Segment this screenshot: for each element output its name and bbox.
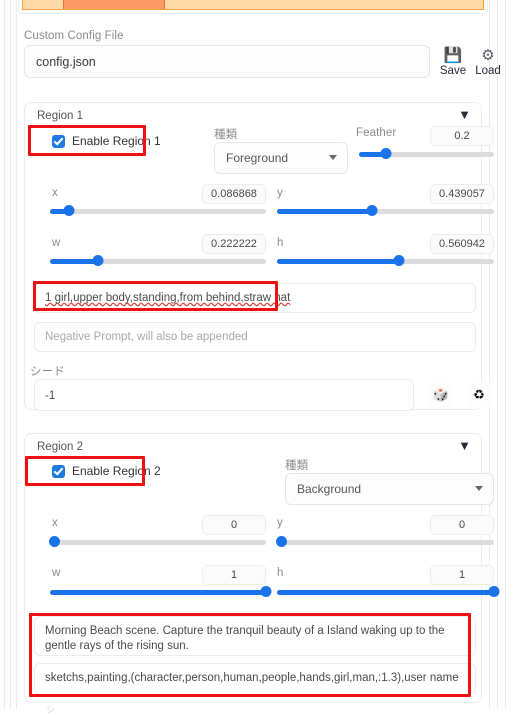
region-1-x-slider[interactable] [50,205,266,217]
region-1-y-slider[interactable] [277,205,494,217]
chevron-down-icon [329,155,337,160]
region-1-y-label: y [277,187,283,199]
region-2-y-value[interactable]: 0 [430,515,494,535]
floppy-disk-icon: 💾 [443,47,463,64]
config-file-label: Custom Config File [24,30,124,42]
region-2-collapse-caret[interactable]: ▼ [458,438,471,453]
config-file-input[interactable] [24,45,430,78]
region-1-type-label: 種類 [214,129,238,141]
slider-fill [277,259,399,264]
slider-knob[interactable] [366,205,378,216]
region-2-h-slider[interactable] [277,586,500,598]
region-2-w-value[interactable]: 1 [202,565,266,585]
frame-rule-left-3 [16,0,17,709]
slider-track [277,540,494,545]
progress-segment-left [23,0,63,9]
region-1-type-value: Foreground [226,151,289,165]
region-2-x-slider[interactable] [49,536,266,548]
slider-knob[interactable] [49,536,60,547]
region-1-prompt-input[interactable]: 1 girl,upper body,standing,from behind,s… [34,283,476,313]
region-1-h-slider[interactable] [277,255,494,267]
region-1-seed-label: シード [30,366,65,378]
frame-rule-right-2 [497,0,498,709]
save-button[interactable]: 💾 Save [438,47,468,78]
frame-rule-right-1 [489,0,490,709]
region-1-negative-prompt-input[interactable]: Negative Prompt, will also be appended [34,322,476,352]
region-2-type-label: 種類 [285,460,309,472]
region-2-prompt-input[interactable]: Morning Beach scene. Capture the tranqui… [34,616,476,656]
next-section-stub: シ [46,705,56,715]
region-1-x-label: x [52,187,58,199]
region-settings-panel: Custom Config File 💾 Save ⚙ Load Region … [18,0,501,715]
enable-region-2-checkbox[interactable]: Enable Region 2 [52,464,161,478]
region-2-header[interactable]: Region 2 ▼ [25,434,481,460]
slider-fill [50,259,98,264]
frame-rule-left-1 [4,0,5,709]
region-2-title: Region 2 [37,441,84,453]
feather-slider[interactable] [359,148,494,160]
load-button-label: Load [475,65,501,77]
feather-value[interactable]: 0.2 [430,126,494,146]
region-2-w-label: w [52,567,61,579]
region-1-seed-input[interactable]: -1 [34,379,414,411]
slider-fill [277,590,494,595]
checkbox-check-icon [52,134,65,148]
slider-fill [50,590,266,595]
region-1-collapse-caret[interactable]: ▼ [458,107,471,122]
slider-knob[interactable] [92,255,104,266]
dice-icon[interactable]: 🎲 [428,382,454,408]
slider-knob[interactable] [260,586,272,597]
slider-knob[interactable] [488,586,500,597]
region-1-w-slider[interactable] [50,255,266,267]
region-1-header[interactable]: Region 1 ▼ [25,103,481,129]
recycle-icon[interactable]: ♻ [466,382,492,408]
slider-knob[interactable] [63,205,75,216]
region-1-w-value[interactable]: 0.222222 [202,234,266,254]
enable-region-1-label: Enable Region 1 [72,134,161,148]
slider-track [50,209,266,214]
progress-segment-right [165,0,483,9]
region-2-w-slider[interactable] [50,586,272,598]
region-1-y-value[interactable]: 0.439057 [430,184,494,204]
region-2-type-dropdown[interactable]: Background [285,473,494,505]
region-2-y-label: y [277,517,283,529]
region-1-h-value[interactable]: 0.560942 [430,234,494,254]
region-2-negative-prompt-input[interactable]: sketchs,painting,(character,person,human… [34,663,476,695]
feather-label: Feather [356,127,397,139]
progress-bar [22,0,484,10]
slider-track [50,540,266,545]
slider-knob[interactable] [276,536,287,547]
progress-tab-strip[interactable] [18,0,488,14]
slider-knob[interactable] [380,148,392,159]
checkbox-check-icon [52,464,65,478]
region-1-x-value[interactable]: 0.086868 [202,184,266,204]
region-1-type-dropdown[interactable]: Foreground [214,142,348,174]
save-button-label: Save [439,65,467,77]
region-2-h-value[interactable]: 1 [430,565,494,585]
region-1-w-label: w [52,237,61,249]
region-2-y-slider[interactable] [276,536,494,548]
region-1-title: Region 1 [37,110,84,122]
enable-region-2-label: Enable Region 2 [72,464,161,478]
chevron-down-icon [475,486,483,491]
slider-knob[interactable] [393,255,405,266]
region-1-prompt-text: 1 girl,upper body,standing,from behind,s… [45,292,291,304]
frame-rule-left-2 [10,0,11,709]
load-button[interactable]: ⚙ Load [473,47,503,78]
region-2-h-label: h [277,567,284,579]
gear-icon: ⚙ [481,47,495,64]
progress-segment-active [63,0,165,9]
slider-fill [277,209,373,214]
region-1-h-label: h [277,237,284,249]
region-2-x-label: x [52,517,58,529]
region-2-x-value[interactable]: 0 [202,515,266,535]
frame-rule-right-3 [505,0,506,709]
region-2-type-value: Background [297,482,362,496]
enable-region-1-checkbox[interactable]: Enable Region 1 [52,134,161,148]
